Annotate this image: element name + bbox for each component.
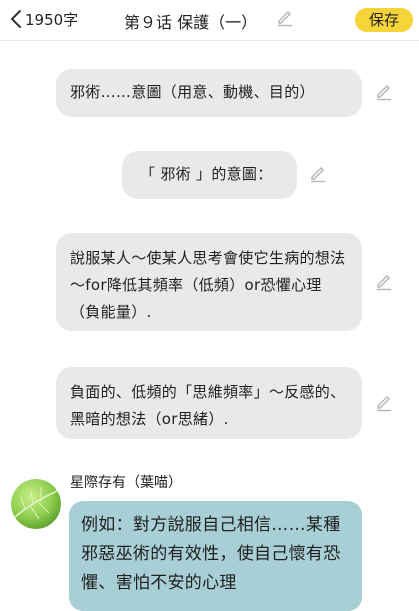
pencil-icon[interactable]: [276, 9, 294, 31]
pencil-icon[interactable]: [375, 83, 393, 105]
avatar[interactable]: [11, 479, 61, 529]
incoming-message-bubble[interactable]: 例如：對方說服自己相信……某種邪惡巫術的有效性，使自己懷有恐懼、害怕不安的心理: [69, 501, 362, 611]
save-button[interactable]: 保存: [355, 8, 413, 32]
top-bar: 1950字 第９话 保護（一） 保存: [0, 0, 419, 41]
pencil-icon[interactable]: [309, 165, 327, 187]
message-bubble[interactable]: 負面的、低頻的「思維頻率」～反感的、黑暗的想法（or思緒）.: [56, 367, 362, 439]
back-button[interactable]: 1950字: [10, 7, 78, 31]
message-bubble[interactable]: 「 邪術 」的意圖：: [122, 151, 297, 199]
sender-name: 星際存有（葉喵）: [70, 475, 182, 491]
word-count: 1950字: [25, 10, 79, 29]
chat-area: 邪術……意圖（用意、動機、目的） 「 邪術 」的意圖： 說服某人～使某人思考會使…: [0, 41, 419, 611]
message-bubble[interactable]: 邪術……意圖（用意、動機、目的）: [56, 69, 362, 117]
pencil-icon[interactable]: [375, 273, 393, 295]
message-bubble[interactable]: 說服某人～使某人思考會使它生病的想法～for降低其頻率（低頻）or恐懼心理（負能…: [56, 233, 362, 331]
pencil-icon[interactable]: [375, 394, 393, 416]
chevron-left-icon: [10, 9, 22, 29]
chapter-title: 第９话 保護（一）: [124, 13, 258, 32]
